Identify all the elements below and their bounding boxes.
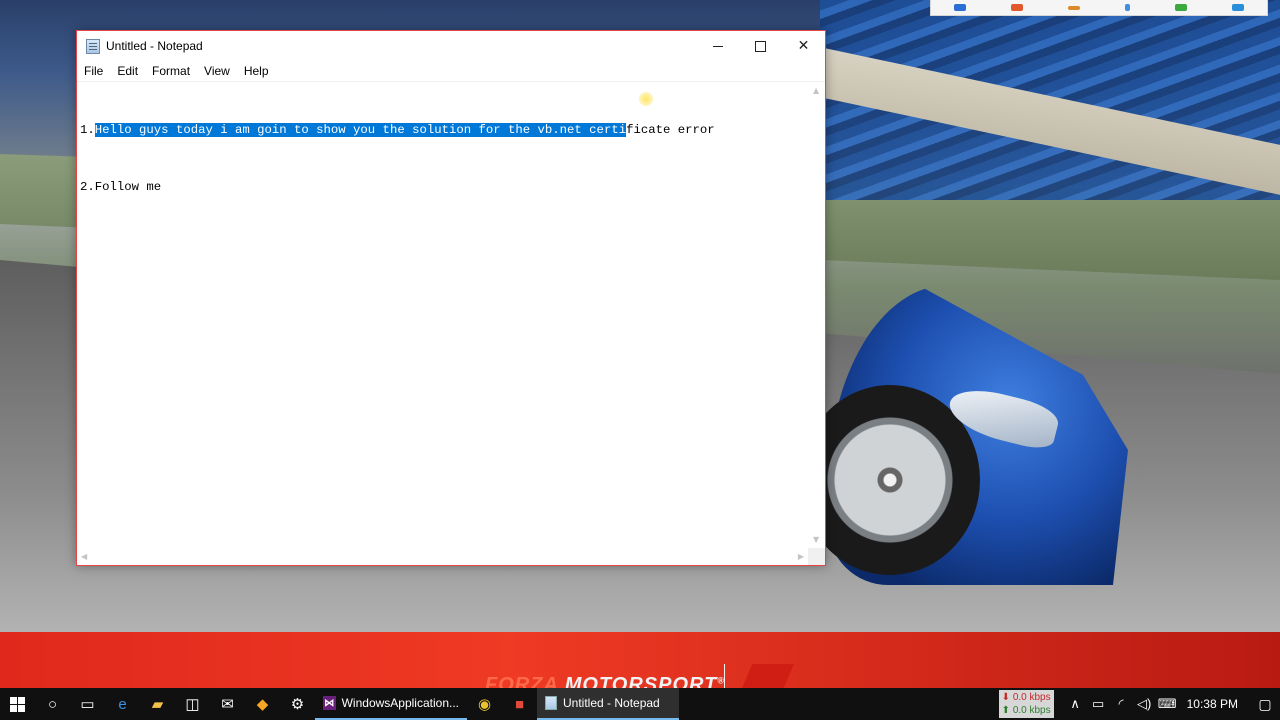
cortana-icon[interactable]: ○ <box>35 688 70 720</box>
notepad-icon <box>545 696 557 710</box>
notepad-icon <box>86 38 100 54</box>
menu-file[interactable]: File <box>77 61 110 81</box>
taskbar-app-label: Untitled - Notepad <box>563 696 660 710</box>
title-bar[interactable]: Untitled - Notepad ✕ <box>77 31 825 61</box>
taskbar-app-label: WindowsApplication... <box>341 696 459 710</box>
network-speed-meter[interactable]: ⬇ 0.0 kbps ⬆ 0.0 kbps <box>998 690 1054 718</box>
start-button[interactable] <box>0 688 35 720</box>
close-button[interactable]: ✕ <box>782 31 825 61</box>
arrow-icon[interactable] <box>1232 4 1245 11</box>
menu-format[interactable]: Format <box>145 61 197 81</box>
notepad-window[interactable]: Untitled - Notepad ✕ File Edit Format Vi… <box>76 30 826 566</box>
vertical-scrollbar[interactable]: ▲ ▼ <box>808 82 825 548</box>
store-icon[interactable]: ◫ <box>175 688 210 720</box>
windows-logo-icon <box>10 696 25 712</box>
scroll-right-icon[interactable]: ▶ <box>798 552 804 561</box>
pin-icon[interactable] <box>1125 4 1131 11</box>
horizontal-scrollbar[interactable]: ◀ ▶ <box>77 548 808 565</box>
minimize-button[interactable] <box>696 31 739 61</box>
menu-bar: File Edit Format View Help <box>77 61 825 81</box>
settings-icon[interactable]: ⚙ <box>280 688 315 720</box>
taskbar-app-visual-studio[interactable]: ⋈ WindowsApplication... <box>315 688 467 720</box>
wifi-icon[interactable]: ◜ <box>1110 696 1133 712</box>
scrollbar-corner <box>808 548 825 565</box>
edge-icon[interactable]: e <box>105 688 140 720</box>
task-view-icon[interactable]: ▭ <box>70 688 105 720</box>
chevron-up-icon[interactable]: ∧ <box>1064 696 1087 712</box>
menu-help[interactable]: Help <box>237 61 276 81</box>
word-icon[interactable] <box>953 4 966 11</box>
chrome-icon[interactable]: ◉ <box>467 688 502 720</box>
scroll-left-icon[interactable]: ◀ <box>81 552 87 561</box>
editor-text-area[interactable]: 1.Hello guys today i am goin to show you… <box>80 83 808 548</box>
battery-icon[interactable]: ▭ <box>1087 696 1110 712</box>
office-icon[interactable] <box>1010 4 1023 11</box>
top-popup-strip <box>930 0 1268 16</box>
unselected-text: ficate error <box>626 123 715 137</box>
menu-view[interactable]: View <box>197 61 237 81</box>
taskbar: ○ ▭ e ▰ ◫ ✉ ◆ ⚙ ⋈ WindowsApplication... … <box>0 688 1280 720</box>
excel-icon[interactable] <box>1175 4 1188 11</box>
system-tray: ⬇ 0.0 kbps ⬆ 0.0 kbps ∧ ▭ ◜ ◁) ⌨ 10:38 P… <box>998 688 1280 720</box>
logo-divider <box>724 664 725 688</box>
app-orange-icon[interactable]: ◆ <box>245 688 280 720</box>
volume-icon[interactable]: ◁) <box>1133 696 1156 712</box>
text-line-2: 2.Follow me <box>80 178 808 197</box>
bars-icon[interactable] <box>1067 5 1080 10</box>
maximize-button[interactable] <box>739 31 782 61</box>
mail-icon[interactable]: ✉ <box>210 688 245 720</box>
selected-text: Hello guys today i am goin to show you t… <box>94 123 627 137</box>
taskbar-app-notepad[interactable]: Untitled - Notepad <box>537 688 679 720</box>
access-icon[interactable]: ■ <box>502 688 537 720</box>
line-text: Follow me <box>94 180 162 194</box>
menu-edit[interactable]: Edit <box>110 61 145 81</box>
keyboard-icon[interactable]: ⌨ <box>1156 696 1179 712</box>
window-title: Untitled - Notepad <box>106 39 203 53</box>
notification-icon[interactable]: ▢ <box>1250 696 1280 713</box>
text-line-1: 1.Hello guys today i am goin to show you… <box>80 121 808 140</box>
download-speed: ⬇ 0.0 kbps <box>1001 692 1051 703</box>
line-number: 1. <box>80 123 95 137</box>
clock[interactable]: 10:38 PM <box>1179 697 1250 711</box>
text-editor[interactable]: 1.Hello guys today i am goin to show you… <box>77 81 825 565</box>
visual-studio-icon: ⋈ <box>323 696 336 710</box>
file-explorer-icon[interactable]: ▰ <box>140 688 175 720</box>
scroll-down-icon[interactable]: ▼ <box>813 535 819 544</box>
upload-speed: ⬆ 0.0 kbps <box>1001 705 1051 716</box>
scroll-up-icon[interactable]: ▲ <box>813 86 819 95</box>
line-number: 2. <box>80 180 95 194</box>
mouse-cursor-highlight <box>639 92 653 106</box>
